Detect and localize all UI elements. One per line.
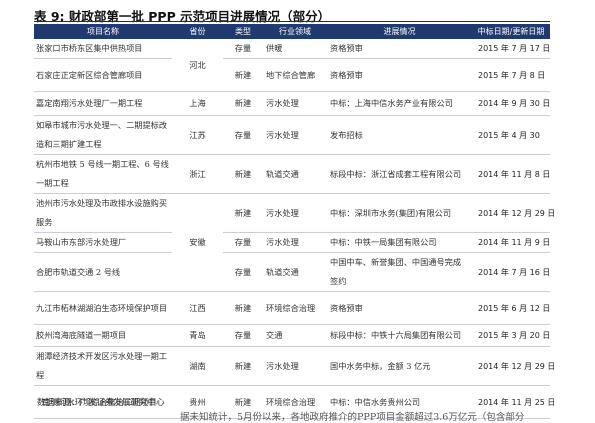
cell-project-name: 九江市柘林湖湖泊生态环境保护项目 [36, 302, 168, 313]
table-row: 嘉定南翔污水处理厂一期工程 上海 新建 污水处理 中标：上海中信水务产业有限公司… [34, 92, 550, 116]
cell-progress: 资格预审 [330, 302, 363, 313]
table-row: 九江市柘林湖湖泊生态环境保护项目 江西 新建 环境综合治理 资格预审 2015 … [34, 292, 550, 325]
cell-type: 新建 [234, 207, 252, 218]
cell-industry: 交通 [266, 330, 283, 340]
table-row: 杭州市地铁 5 号线一期工程、6 号线一期工程 浙江 新建 轨道交通 标段中标：… [34, 155, 550, 194]
cell-date: 2015 年 6 月 12 日 [478, 303, 551, 313]
header-province: 省份 [172, 24, 223, 39]
cell-progress: 资格预审 [330, 43, 363, 53]
table-row: 张家口市桥东区集中供热项目 河北 存量 供暖 资格预审 2015 年 7 月 1… [34, 39, 551, 70]
cell-industry: 污水处理 [266, 98, 299, 108]
table-row: 马鞍山市东部污水处理厂 存量 污水处理 中标：中铁一局集团有限公司 2014 年… [34, 233, 550, 253]
table-row: 合肥市轨道交通 2 号线 存量 轨道交通 中国中车、新誉集团、中国通号完成签约 … [34, 253, 550, 292]
cell-project-name: 石家庄正定新区综合管廊项目 [36, 69, 143, 80]
cell-province: 青岛 [189, 330, 206, 340]
cell-date: 2015 年 4 月 30 [478, 130, 540, 140]
source-note: 数据来源：广发证券发展研究中心 [37, 398, 165, 408]
cell-industry: 轨道交通 [266, 168, 299, 179]
cell-industry: 轨道交通 [266, 266, 299, 277]
cell-industry: 地下综合管廊 [266, 69, 316, 80]
cell-project-name: 池州市污水处理及市政排水设施购买服务 [36, 198, 168, 227]
cell-province: 河北 [189, 59, 206, 70]
header-type: 类型 [223, 24, 263, 39]
cell-progress: 中国中车、新誉集团、中国通号完成签约 [330, 257, 462, 286]
table-row: 湘潭经济技术开发区污水处理一期工程 湖南 新建 污水处理 国中水务中标，金额 3… [34, 347, 556, 386]
cell-date: 2014 年 12 月 29 日 [478, 361, 556, 371]
cell-type: 存量 [234, 266, 252, 277]
header-industry: 行业领域 [263, 24, 327, 39]
cell-progress: 国中水务中标，金额 3 亿元 [330, 360, 431, 371]
cell-industry: 污水处理 [266, 237, 299, 247]
cell-industry: 供暖 [266, 43, 283, 53]
cell-industry: 污水处理 [266, 207, 299, 218]
cell-province: 湖南 [189, 360, 206, 371]
cell-project-name: 马鞍山市东部污水处理厂 [36, 237, 127, 247]
cell-project-name: 湘潭经济技术开发区污水处理一期工程 [36, 351, 168, 380]
header-progress: 进展情况 [327, 24, 472, 39]
cell-project-name: 胶州湾海底隧道一期项目 [36, 330, 127, 340]
cell-type: 存量 [234, 330, 252, 340]
cell-industry: 污水处理 [266, 360, 299, 371]
cell-type: 存量 [234, 43, 252, 53]
cell-progress: 发布招标 [330, 129, 363, 140]
cell-date: 2015 年 7 月 17 日 [478, 44, 551, 53]
cell-type: 新建 [234, 302, 252, 313]
table-row: 池州市污水处理及市政排水设施购买服务 安徽 新建 污水处理 中标：深圳市水务(集… [34, 194, 556, 247]
cell-date: 2014 年 12 月 29 日 [478, 208, 556, 218]
cell-type: 新建 [234, 69, 252, 80]
cell-type: 新建 [234, 168, 252, 179]
body-text-cutoff: 据未知统计，5月份以来，各地政府推介的PPP项目金额超过3.6万亿元（包含部分 [180, 412, 525, 423]
ppp-projects-table: 项目名称 省份 类型 行业领域 进展情况 中标日期/更新日期 张家口市桥东区集中… [34, 24, 556, 419]
cell-project-name: 合肥市轨道交通 2 号线 [36, 266, 121, 277]
cell-progress: 标段中标：中铁十六局集团有限公司 [330, 330, 462, 340]
cell-progress: 中标：深圳市水务(集团)有限公司 [330, 207, 452, 218]
cell-progress: 资格预审 [330, 69, 363, 80]
cell-date: 2015 年 7 月 8 日 [478, 70, 546, 80]
cell-progress: 中标：上海中信水务产业有限公司 [330, 98, 453, 108]
cell-project-name: 嘉定南翔污水处理厂一期工程 [36, 98, 143, 108]
cell-type: 新建 [234, 98, 252, 108]
cell-type: 存量 [234, 237, 252, 247]
table-row: 胶州湾海底隧道一期项目 青岛 存量 交通 标段中标：中铁十六局集团有限公司 20… [34, 325, 550, 347]
header-date: 中标日期/更新日期 [472, 24, 550, 39]
header-project-name: 项目名称 [34, 24, 172, 39]
cell-industry: 污水处理 [266, 129, 299, 140]
cell-province: 安徽 [189, 237, 206, 247]
table-title: 表 9: 财政部第一批 PPP 示范项目进展情况（部分） [34, 9, 331, 24]
table-row: 如皋市城市污水处理一、二期提标改造和三期扩建工程 江苏 存量 污水处理 发布招标… [34, 116, 550, 155]
cell-industry: 环境综合治理 [266, 302, 316, 313]
cell-date: 2014 年 11 月 8 日 [478, 169, 551, 179]
header-row: 项目名称 省份 类型 行业领域 进展情况 中标日期/更新日期 [34, 24, 550, 39]
cell-project-name: 张家口市桥东区集中供热项目 [36, 43, 143, 53]
title-rule [34, 21, 550, 22]
cell-project-name: 杭州市地铁 5 号线一期工程、6 号线一期工程 [36, 159, 169, 188]
cell-province: 江苏 [189, 129, 206, 140]
cell-type: 存量 [234, 129, 252, 140]
cell-province: 浙江 [189, 168, 206, 179]
cell-project-name: 如皋市城市污水处理一、二期提标改造和三期扩建工程 [36, 120, 168, 149]
cell-date: 2014 年 9 月 30 日 [478, 99, 551, 108]
cell-type: 新建 [234, 360, 252, 371]
cell-progress: 中标：中铁一局集团有限公司 [330, 237, 437, 247]
cell-date: 2014 年 11 月 9 日 [478, 238, 551, 247]
cell-province: 上海 [189, 98, 206, 108]
cell-date: 2014 年 7 月 16 日 [478, 267, 551, 277]
cell-date: 2015 年 3 月 20 日 [478, 331, 551, 340]
cell-province: 江西 [189, 302, 206, 313]
cell-progress: 标段中标：浙江省成套工程有限公司 [330, 168, 462, 179]
table-row: 石家庄正定新区综合管廊项目 新建 地下综合管廊 资格预审 2015 年 7 月 … [34, 59, 550, 92]
